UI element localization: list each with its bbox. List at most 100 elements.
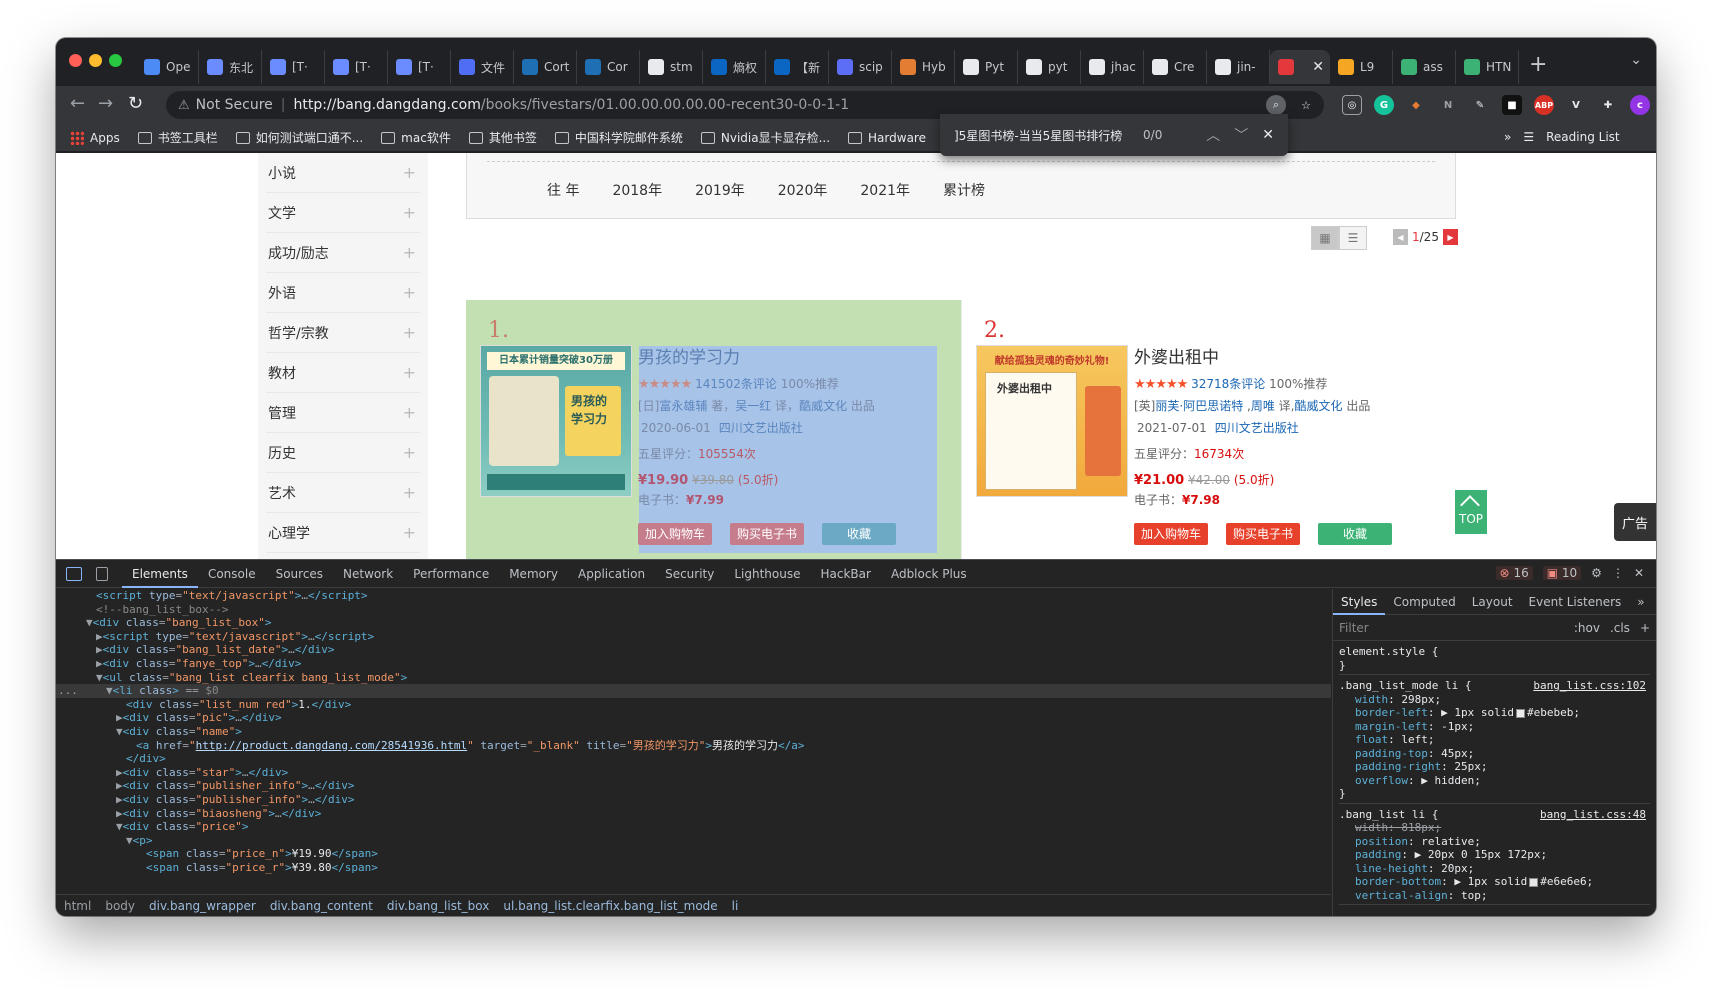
settings-gear-icon[interactable]: ⚙ <box>1591 566 1602 580</box>
css-selector[interactable]: .bang_list li { <box>1339 808 1438 821</box>
dom-node-line[interactable]: ▶<div class="fanye_top">…</div> <box>56 657 1331 671</box>
sidebar-category[interactable]: 文学 + <box>266 193 420 233</box>
extension-icon[interactable]: N <box>1438 95 1458 115</box>
bookmark-item[interactable]: Hardware <box>848 131 926 145</box>
dom-node-line[interactable]: <span class="price_r">¥39.80</span> <box>56 861 1331 875</box>
sidebar-category[interactable]: 小说 + <box>266 153 420 193</box>
list-view-icon[interactable]: ☰ <box>1339 226 1367 250</box>
sidebar-category[interactable]: 艺术 + <box>266 473 420 513</box>
sidebar-category[interactable]: 成功/励志 + <box>266 233 420 273</box>
dom-node-line[interactable]: ▶<div class="publisher_info">…</div> <box>56 793 1331 807</box>
browser-tab[interactable]: [T· <box>262 50 325 84</box>
dom-node-line[interactable]: <!--bang_list_box--> <box>56 603 1331 617</box>
year-tab[interactable]: 2019年 <box>695 180 745 200</box>
year-tab[interactable]: 2018年 <box>612 180 662 200</box>
browser-tab[interactable]: L9 <box>1330 50 1393 84</box>
press-link[interactable]: 四川文艺出版社 <box>719 421 803 435</box>
close-window-button[interactable] <box>69 54 82 67</box>
browser-tab[interactable]: ass <box>1393 50 1456 84</box>
author-link[interactable]: 丽芙·阿巴思诺特 <box>1155 399 1243 413</box>
browser-tab[interactable]: [T· <box>325 50 388 84</box>
extension-icon[interactable]: ■ <box>1502 95 1522 115</box>
profile-avatar[interactable]: c <box>1630 95 1650 115</box>
css-source-link[interactable]: bang_list.css:48 <box>1540 808 1646 822</box>
css-property-line[interactable]: width: 298px; <box>1339 693 1650 707</box>
prev-page-icon[interactable]: ◀ <box>1393 229 1408 245</box>
bookmark-item[interactable]: mac软件 <box>381 129 451 146</box>
more-bookmarks-button[interactable]: » <box>1504 130 1511 144</box>
find-prev-icon[interactable]: ︿ <box>1206 125 1220 145</box>
buy-ebook-button[interactable]: 购买电子书 <box>730 523 804 545</box>
close-devtools-icon[interactable]: ✕ <box>1634 566 1644 580</box>
reload-icon[interactable]: ↻ <box>128 93 143 114</box>
devtools-tab[interactable]: Lighthouse <box>724 560 810 588</box>
favorite-button[interactable]: 收藏 <box>1318 523 1392 545</box>
breadcrumb-item[interactable]: li <box>732 899 739 913</box>
add-to-cart-button[interactable]: 加入购物车 <box>1134 523 1208 545</box>
year-tab[interactable]: 2021年 <box>860 180 910 200</box>
sidebar-category[interactable]: 管理 + <box>266 393 420 433</box>
dom-node-line[interactable]: <script type="text/javascript">…</script… <box>56 589 1331 603</box>
buy-ebook-button[interactable]: 购买电子书 <box>1226 523 1300 545</box>
css-selector[interactable]: element.style { <box>1339 645 1438 658</box>
styles-tab[interactable]: Styles <box>1333 589 1386 615</box>
devtools-tab[interactable]: Adblock Plus <box>881 560 977 588</box>
tab-search-icon[interactable]: ⌄ <box>1630 52 1642 68</box>
sidebar-category[interactable]: 外语 + <box>266 273 420 313</box>
dom-node-line[interactable]: <div class="list_num red">1.</div> <box>56 698 1331 712</box>
breadcrumb-item[interactable]: ul.bang_list.clearfix.bang_list_mode <box>503 899 717 913</box>
brand-link[interactable]: 酷威文化 <box>1295 399 1343 413</box>
sidebar-category[interactable]: 心理学 + <box>266 513 420 553</box>
breadcrumb-item[interactable]: div.bang_list_box <box>387 899 489 913</box>
browser-tab[interactable]: stm <box>640 50 703 84</box>
browser-tab[interactable]: Cor <box>577 50 640 84</box>
favorite-button[interactable]: 收藏 <box>822 523 896 545</box>
css-property-line[interactable]: width: 818px; <box>1339 821 1650 835</box>
book-title-link[interactable]: 男孩的学习力 <box>638 343 948 368</box>
translator-link[interactable]: 吴一红 <box>735 399 771 413</box>
devtools-tab[interactable]: HackBar <box>811 560 881 588</box>
css-selector[interactable]: .bang_list_mode li { <box>1339 679 1471 692</box>
expand-plus-icon[interactable]: + <box>403 163 416 182</box>
ad-tag[interactable]: 广告 <box>1614 503 1656 541</box>
extension-icon[interactable]: ✎ <box>1470 95 1490 115</box>
dom-node-line[interactable]: ▶<div class="pic">…</div> <box>56 711 1331 725</box>
bookmark-item[interactable]: Apps <box>70 130 120 145</box>
css-property-line[interactable]: line-height: 20px; <box>1339 862 1650 876</box>
expand-plus-icon[interactable]: + <box>403 443 416 462</box>
breadcrumb-item[interactable]: div.bang_wrapper <box>149 899 256 913</box>
back-to-top-button[interactable]: TOP <box>1455 490 1487 534</box>
dom-node-line[interactable]: ▼<ul class="bang_list clearfix bang_list… <box>56 671 1331 685</box>
styles-tab[interactable]: » <box>1629 589 1652 615</box>
css-property-line[interactable]: border-left: ▶ 1px solid #ebebeb; <box>1339 706 1650 720</box>
breadcrumb-item[interactable]: html <box>64 899 91 913</box>
grid-view-icon[interactable]: ▦ <box>1311 226 1339 250</box>
expand-plus-icon[interactable]: + <box>403 243 416 262</box>
expand-plus-icon[interactable]: + <box>403 363 416 382</box>
press-link[interactable]: 四川文艺出版社 <box>1215 421 1299 435</box>
translator-link[interactable]: 周唯 <box>1251 399 1275 413</box>
color-swatch-icon[interactable] <box>1529 877 1539 887</box>
dom-node-line[interactable]: ▼<div class="name"> <box>56 725 1331 739</box>
expand-plus-icon[interactable]: + <box>403 403 416 422</box>
new-tab-button[interactable]: + <box>1529 52 1547 86</box>
book-title-link[interactable]: 外婆出租中 <box>1134 343 1444 368</box>
dom-node-line[interactable]: ▶<div class="bang_list_date">…</div> <box>56 643 1331 657</box>
dom-node-line[interactable]: ▼<p> <box>56 834 1331 848</box>
find-input[interactable]: ]5星图书榜-当当5星图书排行榜 <box>954 127 1141 144</box>
close-tab-icon[interactable]: ✕ <box>1312 59 1324 75</box>
find-next-icon[interactable]: ﹀ <box>1234 125 1248 145</box>
dom-node-line[interactable]: </div> <box>56 752 1331 766</box>
dom-node-line[interactable]: <a href="http://product.dangdang.com/285… <box>56 739 1331 753</box>
css-source-link[interactable]: bang_list.css:102 <box>1533 679 1646 693</box>
styles-tab[interactable]: Event Listeners <box>1521 589 1630 615</box>
sidebar-category[interactable]: 教材 + <box>266 353 420 393</box>
browser-tab[interactable]: Cre <box>1144 50 1207 84</box>
bookmark-star-icon[interactable]: ☆ <box>1296 95 1316 115</box>
year-tab[interactable]: 累计榜 <box>943 180 985 200</box>
browser-tab[interactable]: HTN <box>1456 50 1519 84</box>
review-count-link[interactable]: 141502条评论 <box>695 377 777 391</box>
css-property-line[interactable]: padding-top: 45px; <box>1339 747 1650 761</box>
bookmark-item[interactable]: 如何测试端口通不... <box>235 129 363 146</box>
device-toolbar-icon[interactable] <box>96 566 108 581</box>
